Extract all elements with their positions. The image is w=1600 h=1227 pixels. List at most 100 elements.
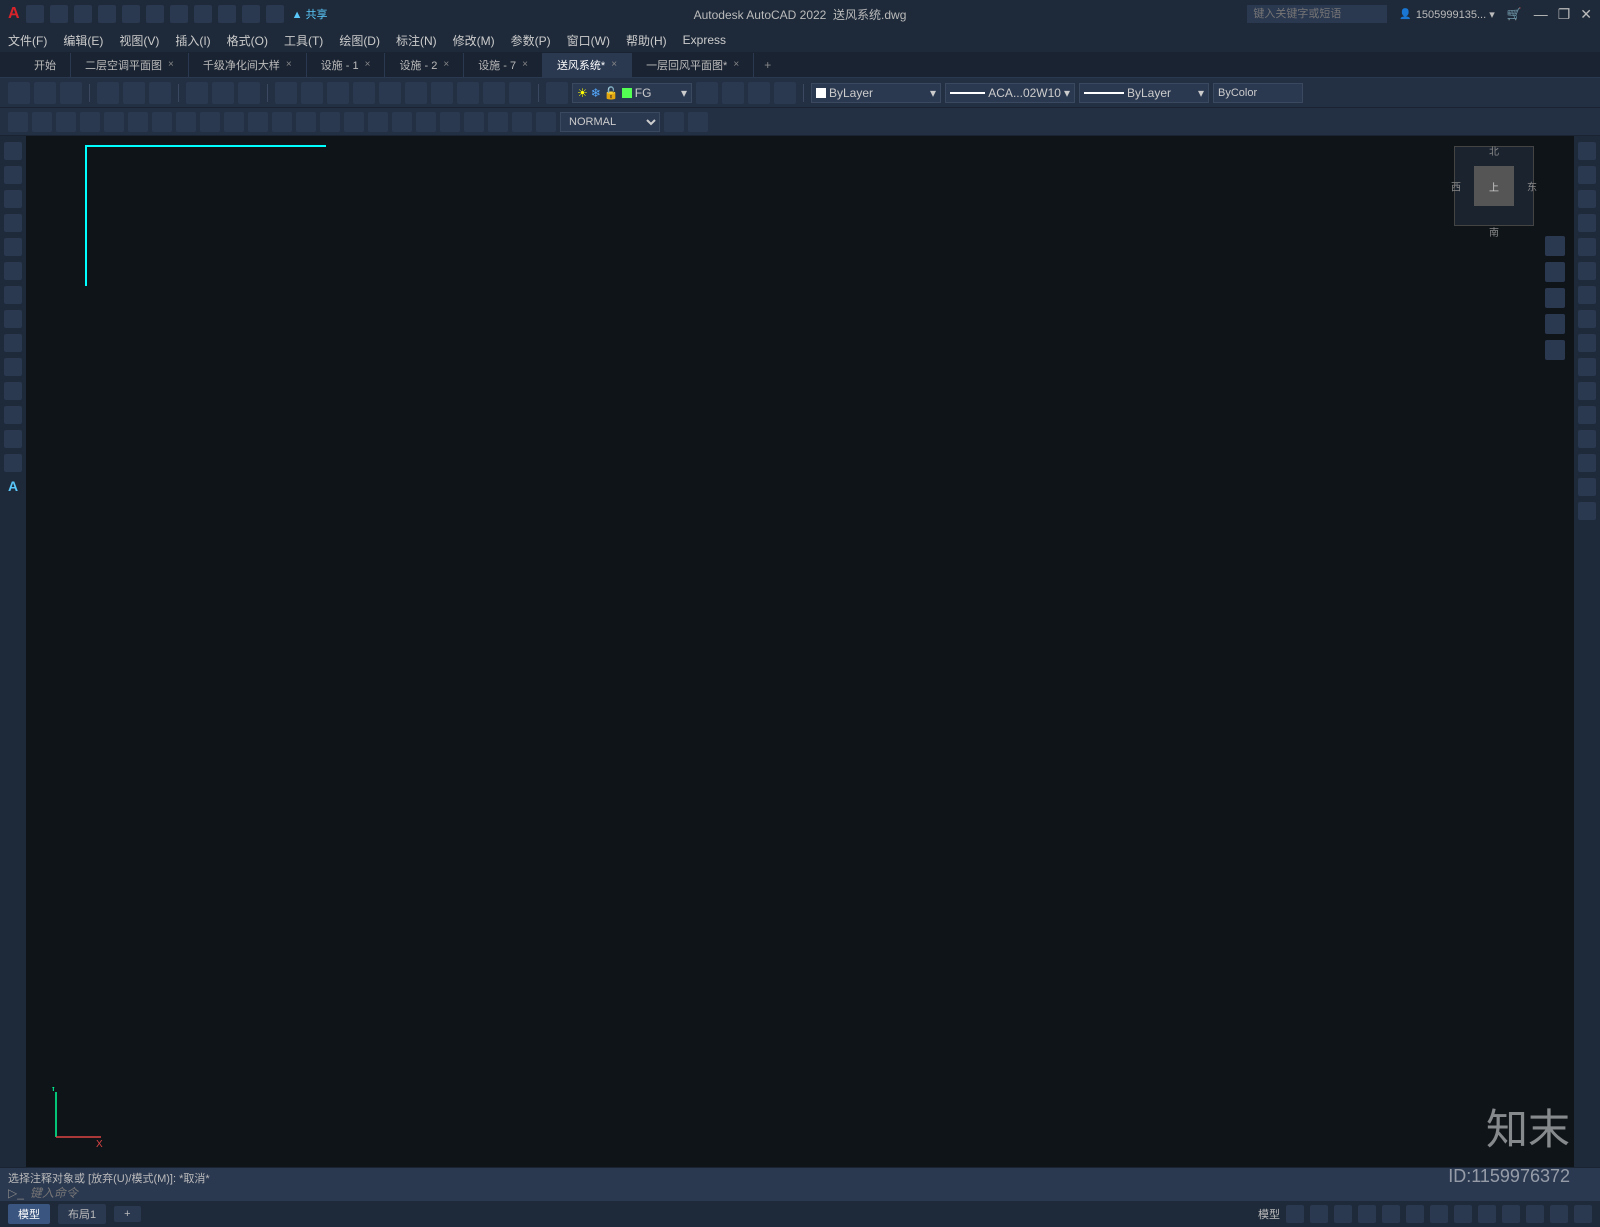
copy-icon[interactable] bbox=[1578, 166, 1596, 184]
tool-icon[interactable] bbox=[272, 112, 292, 132]
redo-icon[interactable] bbox=[149, 82, 171, 104]
color-dropdown[interactable]: ByLayer▾ bbox=[811, 83, 941, 103]
spline-icon[interactable] bbox=[4, 310, 22, 328]
tool-icon[interactable] bbox=[405, 82, 427, 104]
xline-icon[interactable] bbox=[4, 166, 22, 184]
move-icon[interactable] bbox=[1578, 262, 1596, 280]
nav-icon[interactable] bbox=[1545, 236, 1565, 256]
arc-icon[interactable] bbox=[4, 262, 22, 280]
minimize-button[interactable]: — bbox=[1534, 6, 1548, 23]
menu-file[interactable]: 文件(F) bbox=[8, 32, 47, 49]
full-icon[interactable] bbox=[1550, 1205, 1568, 1223]
drawing-canvas[interactable]: 西 上 东 1250x630 注: 分支处加装三通调节阀 1250x500 12… bbox=[26, 136, 1574, 1167]
nav-icon[interactable] bbox=[1545, 340, 1565, 360]
cut-icon[interactable] bbox=[186, 82, 208, 104]
layer-tool-icon[interactable] bbox=[696, 82, 718, 104]
restore-button[interactable]: ❐ bbox=[1558, 6, 1571, 23]
file-tab[interactable]: 设施 - 1× bbox=[307, 53, 386, 77]
tool-icon[interactable] bbox=[457, 82, 479, 104]
pline-icon[interactable] bbox=[32, 112, 52, 132]
file-tab[interactable]: 一层回风平面图*× bbox=[632, 53, 754, 77]
undo-icon[interactable] bbox=[123, 82, 145, 104]
workspace-icon[interactable] bbox=[1526, 1205, 1544, 1223]
line-icon[interactable] bbox=[8, 112, 28, 132]
scale-icon[interactable] bbox=[1578, 310, 1596, 328]
fillet-icon[interactable] bbox=[1578, 478, 1596, 496]
qat-icon[interactable] bbox=[122, 5, 140, 23]
dimstyle-dropdown[interactable]: NORMAL bbox=[560, 112, 660, 132]
qat-icon[interactable] bbox=[98, 5, 116, 23]
model-tab[interactable]: 模型 bbox=[8, 1204, 50, 1224]
help-search-input[interactable] bbox=[1247, 5, 1387, 23]
transparency-icon[interactable] bbox=[1454, 1205, 1472, 1223]
linetype-dropdown[interactable]: ACA...02W10▾ bbox=[945, 83, 1075, 103]
menu-help[interactable]: 帮助(H) bbox=[626, 32, 667, 49]
tool-icon[interactable] bbox=[248, 112, 268, 132]
paste-icon[interactable] bbox=[238, 82, 260, 104]
tool-icon[interactable] bbox=[512, 112, 532, 132]
command-line[interactable]: 选择注释对象或 [放弃(U)/模式(M)]: *取消* ▷_ bbox=[0, 1167, 1600, 1201]
stretch-icon[interactable] bbox=[1578, 334, 1596, 352]
cart-icon[interactable]: 🛒 bbox=[1507, 7, 1522, 21]
grid-icon[interactable] bbox=[1286, 1205, 1304, 1223]
orbit-icon[interactable] bbox=[1545, 314, 1565, 334]
cycling-icon[interactable] bbox=[1478, 1205, 1496, 1223]
block-icon[interactable] bbox=[4, 358, 22, 376]
arc-icon[interactable] bbox=[80, 112, 100, 132]
tool-icon[interactable] bbox=[688, 112, 708, 132]
file-tab[interactable]: 送风系统*× bbox=[543, 53, 632, 77]
file-tab[interactable]: 开始 bbox=[20, 53, 71, 77]
close-icon[interactable]: × bbox=[443, 59, 449, 70]
drawing-content[interactable]: 1250x630 注: 分支处加装三通调节阀 1250x500 1250x500… bbox=[26, 136, 326, 286]
lineweight-dropdown[interactable]: ByLayer▾ bbox=[1079, 83, 1209, 103]
menu-tools[interactable]: 工具(T) bbox=[284, 32, 323, 49]
tool-icon[interactable] bbox=[416, 112, 436, 132]
new-tab-button[interactable]: + bbox=[754, 58, 781, 72]
tool-icon[interactable] bbox=[483, 82, 505, 104]
zoom-icon[interactable] bbox=[1545, 288, 1565, 308]
tool-icon[interactable] bbox=[128, 112, 148, 132]
close-icon[interactable]: × bbox=[168, 59, 174, 70]
tool-icon[interactable] bbox=[200, 112, 220, 132]
tool-icon[interactable] bbox=[301, 82, 323, 104]
snap-icon[interactable] bbox=[1310, 1205, 1328, 1223]
extend-icon[interactable] bbox=[1578, 382, 1596, 400]
open-icon[interactable] bbox=[34, 82, 56, 104]
rect-icon[interactable] bbox=[4, 238, 22, 256]
circle-icon[interactable] bbox=[56, 112, 76, 132]
close-button[interactable]: ✕ bbox=[1580, 6, 1592, 23]
qat-icon[interactable] bbox=[170, 5, 188, 23]
layer-tool-icon[interactable] bbox=[774, 82, 796, 104]
add-layout-button[interactable]: + bbox=[114, 1206, 140, 1222]
menu-format[interactable]: 格式(O) bbox=[227, 32, 268, 49]
pan-icon[interactable] bbox=[1545, 262, 1565, 282]
tool-icon[interactable] bbox=[224, 112, 244, 132]
menu-modify[interactable]: 修改(M) bbox=[453, 32, 495, 49]
text-icon[interactable]: A bbox=[8, 478, 18, 494]
lwt-icon[interactable] bbox=[1430, 1205, 1448, 1223]
qat-icon[interactable] bbox=[194, 5, 212, 23]
view-cube[interactable]: 西 上 东 bbox=[1454, 146, 1534, 226]
join-icon[interactable] bbox=[1578, 430, 1596, 448]
close-icon[interactable]: × bbox=[522, 59, 528, 70]
ellipse-icon[interactable] bbox=[4, 334, 22, 352]
menu-insert[interactable]: 插入(I) bbox=[175, 32, 210, 49]
pline-icon[interactable] bbox=[4, 190, 22, 208]
file-tab[interactable]: 二层空调平面图× bbox=[71, 53, 189, 77]
customize-icon[interactable] bbox=[1574, 1205, 1592, 1223]
copy-icon[interactable] bbox=[212, 82, 234, 104]
new-icon[interactable] bbox=[8, 82, 30, 104]
menu-view[interactable]: 视图(V) bbox=[119, 32, 159, 49]
tool-icon[interactable] bbox=[176, 112, 196, 132]
trim-icon[interactable] bbox=[1578, 358, 1596, 376]
menu-window[interactable]: 窗口(W) bbox=[567, 32, 610, 49]
qat-icon[interactable] bbox=[146, 5, 164, 23]
save-icon[interactable] bbox=[60, 82, 82, 104]
tool-icon[interactable] bbox=[392, 112, 412, 132]
polar-icon[interactable] bbox=[1358, 1205, 1376, 1223]
layer-tool-icon[interactable] bbox=[722, 82, 744, 104]
tool-icon[interactable] bbox=[488, 112, 508, 132]
close-icon[interactable]: × bbox=[733, 59, 739, 70]
command-input[interactable] bbox=[30, 1186, 1592, 1200]
table-icon[interactable] bbox=[4, 454, 22, 472]
